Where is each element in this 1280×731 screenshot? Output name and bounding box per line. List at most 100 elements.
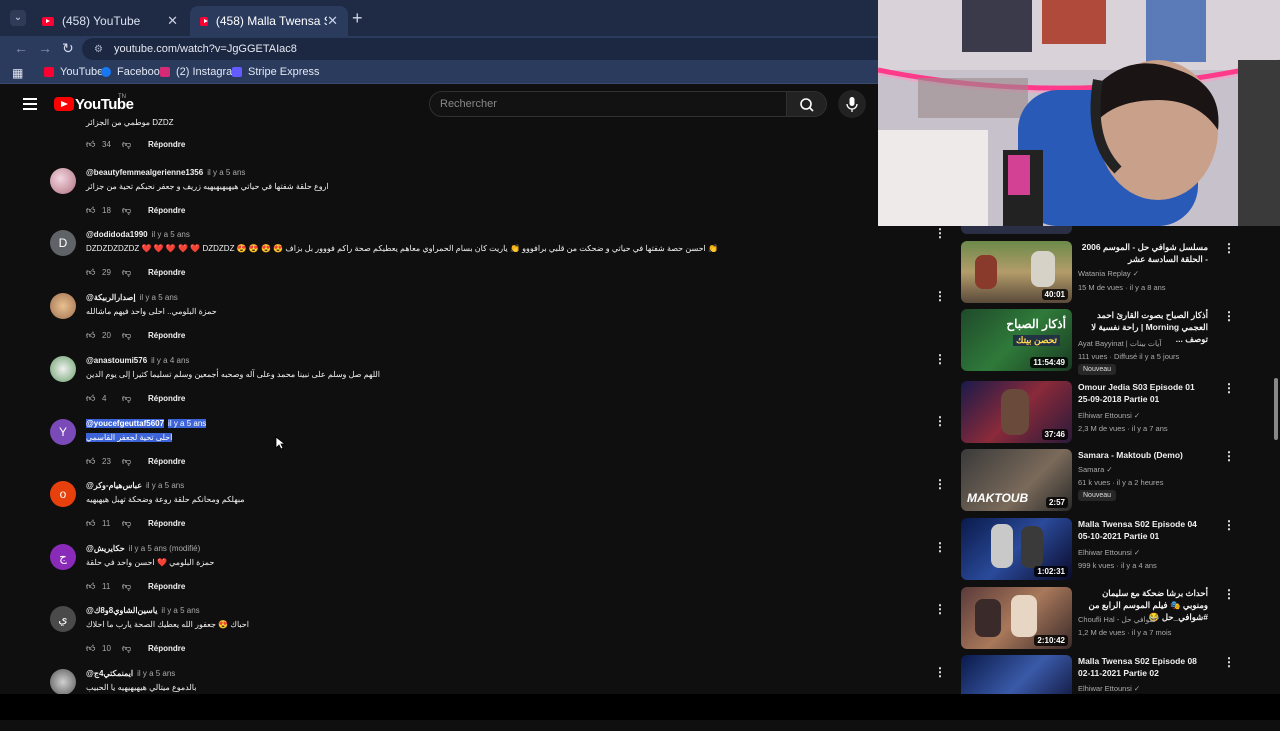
avatar[interactable]: D	[50, 230, 76, 256]
menu-icon[interactable]	[23, 98, 37, 110]
comment-author[interactable]: @beautyfemmealgerienne1356	[86, 168, 203, 177]
like-icon[interactable]: 👍︎	[86, 581, 96, 591]
reply-button[interactable]: Répondre	[148, 331, 185, 340]
video-item[interactable]: 2:10:42 ﺃﺣﺪﺍﺙ ﺑﺮﺷﺎ ﺿﺤﻜﺔ ﻣﻊ ﺳﻠﻴﻤﺎﻥ ﻭﻣﻨﻮﺑﻲ…	[961, 587, 1261, 649]
more-actions-icon[interactable]: ⋮	[934, 665, 946, 679]
like-icon[interactable]: 👍︎	[86, 330, 96, 340]
reply-button[interactable]: Répondre	[148, 140, 185, 149]
comment-author[interactable]: @ﻋﺒﺎﺱﻫﻴﺎﻡ-ﻭﻛﺮ	[86, 481, 142, 490]
forward-icon[interactable]: →	[38, 40, 52, 56]
dislike-icon[interactable]: 👎︎	[122, 393, 136, 404]
search-button[interactable]	[787, 91, 827, 117]
more-actions-icon[interactable]: ⋮	[1223, 587, 1235, 601]
dislike-icon[interactable]: 👎︎	[122, 330, 136, 341]
voice-search-button[interactable]	[838, 90, 866, 118]
avatar[interactable]: ج	[50, 544, 76, 570]
reply-button[interactable]: Répondre	[148, 394, 185, 403]
like-icon[interactable]: 👍︎	[86, 456, 96, 466]
like-icon[interactable]: 👍︎	[86, 267, 96, 277]
more-actions-icon[interactable]: ⋮	[1223, 449, 1235, 463]
dislike-icon[interactable]: 👎︎	[122, 139, 136, 150]
more-actions-icon[interactable]: ⋮	[1223, 518, 1235, 532]
dislike-icon[interactable]: 👎︎	[122, 267, 136, 278]
reply-button[interactable]: Répondre	[148, 206, 185, 215]
reply-button[interactable]: Répondre	[148, 582, 185, 591]
comment-time[interactable]: il y a 5 ans	[168, 419, 207, 428]
close-tab-icon[interactable]: ✕	[167, 13, 178, 29]
browser-tab-malla-twensa[interactable]: (458) Malla Twensa S01 Episod ✕	[190, 6, 348, 36]
site-info-icon[interactable]: ⚙	[94, 44, 104, 55]
new-tab-icon[interactable]: +	[352, 8, 363, 29]
apps-grid-icon[interactable]: ▦	[12, 66, 23, 80]
video-channel[interactable]: Elhiwar Ettounsi ✓	[1078, 684, 1140, 693]
avatar[interactable]	[50, 293, 76, 319]
reply-button[interactable]: Répondre	[148, 519, 185, 528]
video-item[interactable]: 1:02:31 Malla Twensa S02 Episode 04 05-1…	[961, 518, 1261, 580]
comment-author[interactable]: @youcefgeuttaf5607	[86, 419, 165, 428]
more-actions-icon[interactable]: ⋮	[934, 602, 946, 616]
comment-time[interactable]: il y a 5 ans	[207, 168, 245, 177]
video-thumbnail-partial[interactable]	[961, 226, 1072, 234]
video-channel[interactable]: Ayat Bayyinat | ﺁﻳﺎﺕ ﺑﻴﻨﺎﺕ	[1078, 339, 1161, 348]
like-icon[interactable]: 👍︎	[86, 643, 96, 653]
dislike-icon[interactable]: 👎︎	[122, 581, 136, 592]
comment-time[interactable]: il y a 5 ans (modifié)	[129, 544, 201, 553]
comment-author[interactable]: @ﺍﻳﻤﻨﻤﻜﺘﻲ4ﺝ	[86, 669, 133, 678]
comment-time[interactable]: il y a 5 ans	[161, 606, 199, 615]
video-channel[interactable]: Watania Replay ✓	[1078, 269, 1139, 278]
bookmark-instagram[interactable]: (2) Instagram	[160, 66, 241, 78]
comment-author[interactable]: @ﺣﻜﺎﻳﺮﻳﺶ	[86, 544, 125, 553]
close-tab-icon[interactable]: ✕	[327, 13, 338, 29]
video-item[interactable]: 40:01 ﻣﺴﻠﺴﻞ ﺷﻮﺍﻓﻲ ﺣﻞ - ﺍﻟﻤﻮﺳﻢ 2006 - ﺍﻟﺤ…	[961, 241, 1261, 303]
comment-author[interactable]: @ﻳﺎﺳﻴﻦﺍﻟﺸﺎﻭﻱ8ﻭ8ﻙ	[86, 606, 157, 615]
comment-author[interactable]: @dodidoda1990	[86, 230, 148, 239]
dislike-icon[interactable]: 👎︎	[122, 518, 136, 529]
like-icon[interactable]: 👍︎	[86, 205, 96, 215]
comment-time[interactable]: il y a 4 ans	[151, 356, 189, 365]
video-thumbnail[interactable]	[961, 655, 1072, 694]
more-actions-icon[interactable]: ⋮	[1223, 309, 1235, 323]
comment-author[interactable]: @ﺇﺻﺪﺍﺭﺍﻟﺮﺑﻴﻜﺔ	[86, 293, 136, 302]
more-actions-icon[interactable]: ⋮	[934, 477, 946, 491]
video-thumbnail[interactable]: 1:02:31	[961, 518, 1072, 580]
reply-button[interactable]: Répondre	[148, 457, 185, 466]
like-icon[interactable]: 👍︎	[86, 393, 96, 403]
comment-time[interactable]: il y a 5 ans	[152, 230, 190, 239]
dislike-icon[interactable]: 👎︎	[122, 643, 136, 654]
sidebar-scrollbar[interactable]	[1274, 378, 1278, 440]
video-title[interactable]: Malla Twensa S02 Episode 08 02-11-2021 P…	[1078, 655, 1208, 679]
avatar[interactable]	[50, 356, 76, 382]
bookmark-facebook[interactable]: Facebook	[101, 66, 165, 78]
video-item[interactable]: MAKTOUB 2:57 Samara - Maktoub (Demo) Sam…	[961, 449, 1261, 511]
avatar[interactable]: ي	[50, 606, 76, 632]
video-thumbnail[interactable]: 37:46	[961, 381, 1072, 443]
more-actions-icon[interactable]: ⋮	[934, 226, 946, 240]
more-actions-icon[interactable]: ⋮	[934, 289, 946, 303]
video-title[interactable]: Malla Twensa S02 Episode 04 05-10-2021 P…	[1078, 518, 1208, 542]
video-item[interactable]: ﺃﺫﻛﺎﺭ ﺍﻟﺼﺒﺎﺡ ﺗﺤﺼﻦ ﺑﻴﺘﻚ 11:54:49 ﺃﺫﻛﺎﺭ ﺍﻟ…	[961, 309, 1261, 375]
avatar[interactable]: o	[50, 481, 76, 507]
dislike-icon[interactable]: 👎︎	[122, 205, 136, 216]
video-channel[interactable]: Samara ✓	[1078, 465, 1113, 474]
video-item[interactable]: Malla Twensa S02 Episode 08 02-11-2021 P…	[961, 655, 1261, 694]
reload-icon[interactable]: ↻	[62, 40, 74, 57]
more-actions-icon[interactable]: ⋮	[1223, 381, 1235, 395]
like-icon[interactable]: 👍︎	[86, 139, 96, 149]
more-actions-icon[interactable]: ⋮	[934, 540, 946, 554]
more-actions-icon[interactable]: ⋮	[934, 352, 946, 366]
comment-time[interactable]: il y a 5 ans	[137, 669, 175, 678]
video-item[interactable]: 37:46 Omour Jedia S03 Episode 01 25-09-2…	[961, 381, 1261, 443]
video-channel[interactable]: Elhiwar Ettounsi ✓	[1078, 548, 1140, 557]
browser-tab-youtube[interactable]: (458) YouTube ✕	[32, 6, 188, 36]
reply-button[interactable]: Répondre	[148, 644, 185, 653]
video-channel[interactable]: Choufli Hal - ﺷﻮﺍﻓﻲ ﺣﻞ	[1078, 615, 1156, 624]
avatar[interactable]: Y	[50, 419, 76, 445]
video-title[interactable]: Omour Jedia S03 Episode 01 25-09-2018 Pa…	[1078, 381, 1208, 405]
video-thumbnail[interactable]: ﺃﺫﻛﺎﺭ ﺍﻟﺼﺒﺎﺡ ﺗﺤﺼﻦ ﺑﻴﺘﻚ 11:54:49	[961, 309, 1072, 371]
comment-time[interactable]: il y a 5 ans	[146, 481, 184, 490]
youtube-logo-icon[interactable]	[54, 97, 74, 111]
dislike-icon[interactable]: 👎︎	[122, 456, 136, 467]
video-title[interactable]: Samara - Maktoub (Demo)	[1078, 449, 1208, 461]
back-icon[interactable]: ←	[14, 40, 28, 56]
video-thumbnail[interactable]: 2:10:42	[961, 587, 1072, 649]
